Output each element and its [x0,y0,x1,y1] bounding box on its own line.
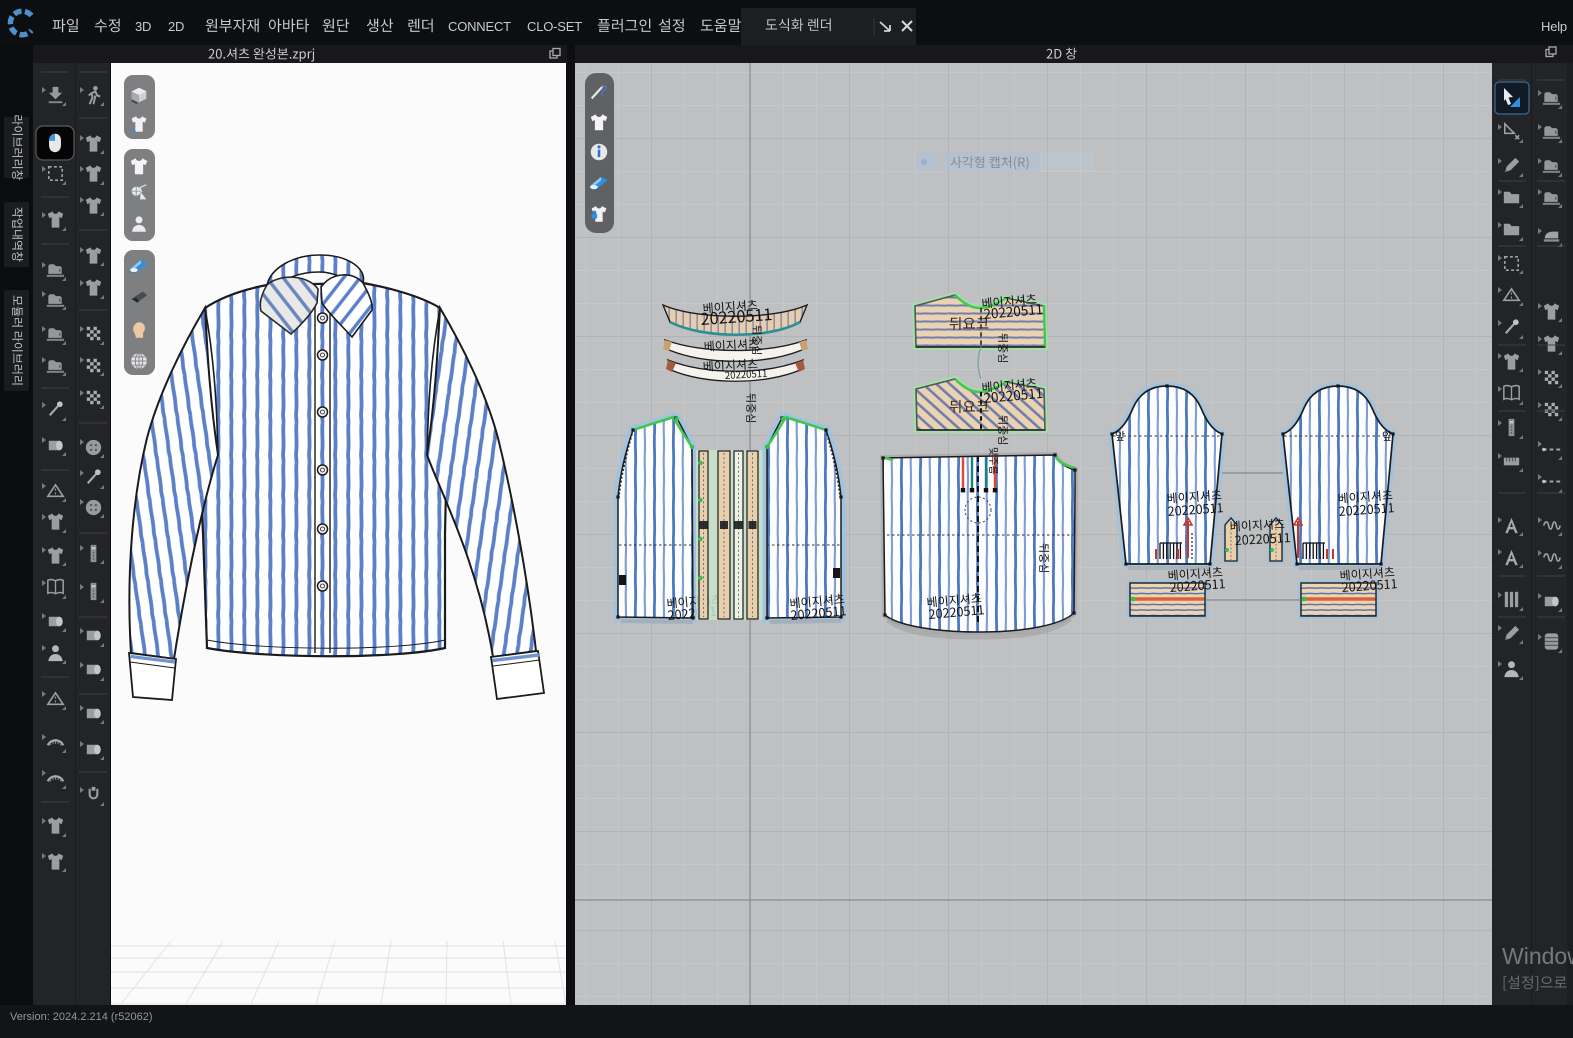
svg-text:CLO-SET: CLO-SET [527,19,582,34]
svg-text:2D: 2D [168,19,184,34]
svg-text:3D: 3D [135,19,151,34]
svg-text:Window: Window [1502,943,1573,969]
svg-text:CONNECT: CONNECT [448,19,511,34]
